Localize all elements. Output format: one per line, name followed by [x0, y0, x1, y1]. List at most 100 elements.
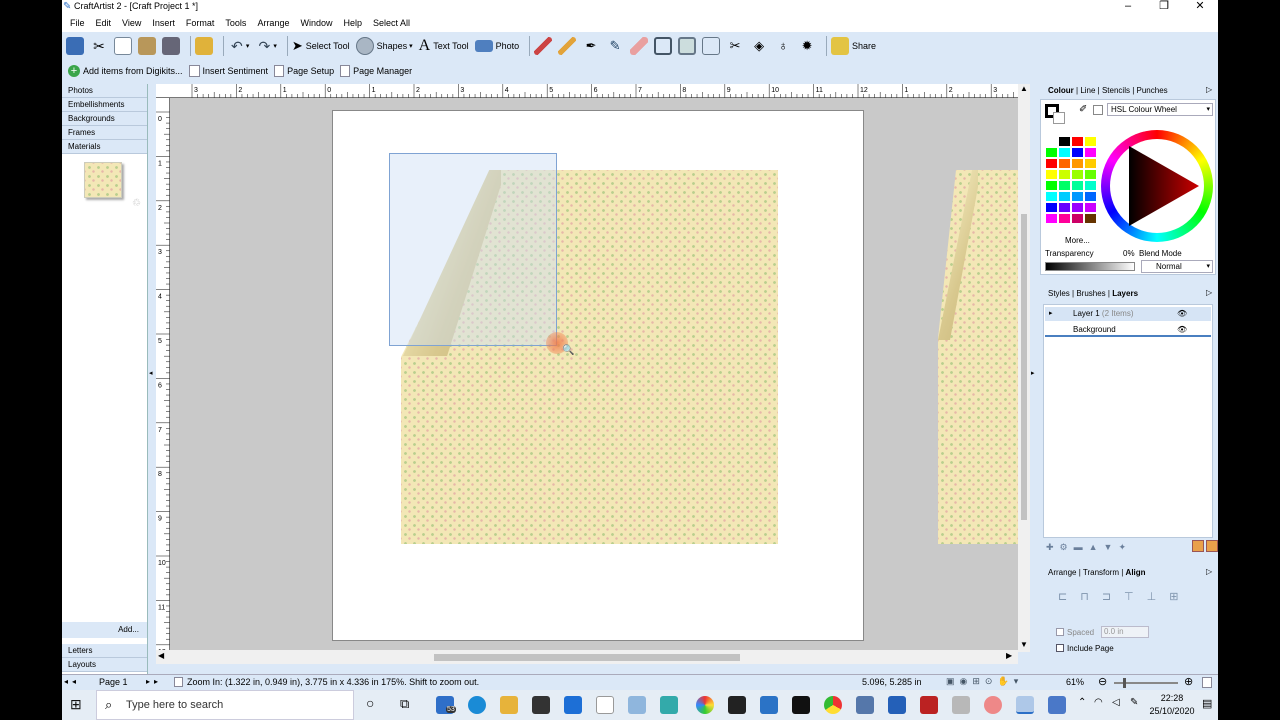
colour-swatch[interactable]	[1045, 202, 1058, 213]
colour-swatch[interactable]	[1084, 180, 1097, 191]
mail-icon[interactable]: 53	[436, 696, 456, 714]
menu-file[interactable]: File	[70, 18, 85, 28]
insert-sentiment-button[interactable]: Insert Sentiment	[188, 60, 268, 82]
calculator-icon[interactable]	[760, 696, 778, 714]
layer-properties-icon[interactable]: ⚙	[1060, 542, 1074, 552]
colour-swatch[interactable]	[1084, 202, 1097, 213]
colour-swatch[interactable]	[1084, 158, 1097, 169]
align-middle-icon[interactable]: ⊥	[1147, 591, 1170, 603]
menu-select-all[interactable]: Select All	[373, 18, 410, 28]
save-button[interactable]	[66, 35, 84, 57]
vertical-scroll-thumb[interactable]	[1021, 214, 1027, 520]
colour-swatch[interactable]	[1045, 191, 1058, 202]
add-layer-icon[interactable]: ✚	[1046, 542, 1060, 552]
page-setup-button[interactable]: Page Setup	[274, 60, 334, 82]
colour-swatch[interactable]	[1045, 169, 1058, 180]
transparency-slider[interactable]	[1045, 262, 1135, 271]
pen-tray-icon[interactable]: ✎	[1130, 697, 1138, 708]
horizontal-scrollbar[interactable]: ◀ ▶	[156, 650, 1018, 664]
cut-button[interactable]: ✂	[90, 35, 108, 57]
menu-tools[interactable]: Tools	[225, 18, 246, 28]
horizontal-scroll-thumb[interactable]	[434, 654, 740, 661]
task-view-icon[interactable]: ⧉	[400, 696, 409, 712]
delete-layer-icon[interactable]: ▬	[1074, 542, 1089, 552]
paper-material-copy[interactable]	[938, 170, 1018, 544]
colour-swatch[interactable]	[1058, 202, 1071, 213]
zoom-menu-icon[interactable]: ▾	[1014, 676, 1024, 686]
visibility-icon[interactable]: 👁	[1177, 323, 1187, 337]
page-indicator[interactable]: Page 1	[99, 677, 128, 687]
colour-swatch[interactable]	[1058, 147, 1071, 158]
panel-menu-icon[interactable]: ▷	[1206, 288, 1212, 297]
format-painter-button[interactable]	[194, 35, 213, 57]
tab-photos[interactable]: Photos	[62, 84, 147, 98]
tab-stencils[interactable]: Stencils	[1102, 86, 1130, 95]
align-top-icon[interactable]: ⊤	[1124, 591, 1147, 603]
horizontal-ruler[interactable]: 3 2 1 0 1 2 3 4 5 6 7 8 9 10 11 12 1 2 3	[156, 84, 1031, 98]
colour-swatch[interactable]	[1071, 180, 1084, 191]
notifications-icon[interactable]: ▤	[1202, 697, 1212, 710]
network-icon[interactable]: ◠	[1094, 697, 1103, 708]
colour-swatch[interactable]	[1058, 213, 1071, 224]
tab-materials[interactable]: Materials	[62, 140, 147, 154]
copy-button[interactable]	[114, 35, 132, 57]
edit-frame-button[interactable]	[702, 35, 721, 57]
share-button[interactable]: Share	[831, 35, 876, 57]
colour-swatch[interactable]	[1058, 191, 1071, 202]
colour-swatch[interactable]	[1084, 191, 1097, 202]
tab-transform[interactable]: Transform	[1083, 568, 1119, 577]
minimize-button[interactable]: –	[1110, 0, 1146, 14]
visibility-icon[interactable]: 👁	[1177, 307, 1187, 321]
align-left-icon[interactable]: ⊏	[1058, 591, 1080, 603]
more-colours-link[interactable]: More...	[1065, 236, 1090, 245]
tab-layers[interactable]: Layers	[1112, 289, 1138, 298]
hsl-colour-wheel[interactable]	[1101, 130, 1213, 242]
clock-date[interactable]: 25/10/2020	[1146, 706, 1198, 716]
pen-button[interactable]: ✒	[582, 35, 600, 57]
tab-punches[interactable]: Punches	[1137, 86, 1168, 95]
zoom-level[interactable]: 61%	[1066, 677, 1084, 687]
vertical-ruler[interactable]: 0123456789101112	[156, 98, 170, 684]
spaced-input[interactable]: 0.0 in	[1101, 626, 1149, 638]
taskbar-search[interactable]: ⌕ Type here to search	[96, 690, 354, 720]
include-page-checkbox[interactable]	[1056, 644, 1064, 652]
colour-swatch[interactable]	[1084, 136, 1097, 147]
zoom-slider-thumb[interactable]	[1123, 678, 1126, 688]
no-colour-swatch[interactable]	[1093, 105, 1103, 115]
text-tool-button[interactable]: A Text Tool	[419, 35, 469, 57]
select-tool-button[interactable]: ➤ Select Tool	[292, 35, 350, 57]
fit-window-icon[interactable]	[1202, 677, 1212, 688]
store-icon[interactable]	[532, 696, 550, 714]
colour-swatch[interactable]	[1071, 158, 1084, 169]
brush-button[interactable]	[534, 35, 553, 57]
camera-icon[interactable]	[856, 696, 874, 714]
panel-menu-icon[interactable]: ▷	[1206, 85, 1212, 94]
merge-icon[interactable]: ✦	[1118, 542, 1132, 552]
media-player-icon[interactable]	[792, 696, 810, 714]
colour-swatch[interactable]	[1071, 213, 1084, 224]
tab-brushes[interactable]: Brushes	[1076, 289, 1105, 298]
menu-insert[interactable]: Insert	[152, 18, 175, 28]
colour-swatch[interactable]	[1058, 136, 1071, 147]
pan-icon[interactable]: ✋	[997, 676, 1013, 686]
volume-icon[interactable]: ◁	[1112, 697, 1120, 708]
material-thumbnail[interactable]	[84, 162, 122, 198]
eraser-button[interactable]	[630, 35, 649, 57]
tab-embellishments[interactable]: Embellishments	[62, 98, 147, 112]
menu-edit[interactable]: Edit	[96, 18, 112, 28]
colour-swatch[interactable]	[1071, 169, 1084, 180]
fill-colour-swatch[interactable]	[1053, 112, 1065, 124]
amazon-icon[interactable]	[596, 696, 614, 714]
page-nav-first-prev[interactable]: ◂◂	[64, 677, 80, 686]
scissors-button[interactable]: ✂	[726, 35, 744, 57]
maximize-button[interactable]: ❐	[1146, 0, 1182, 14]
clock-time[interactable]: 22:28	[1152, 693, 1192, 703]
app-icon-y[interactable]	[920, 696, 938, 714]
pencil-button[interactable]: ✎	[606, 35, 624, 57]
tab-layouts[interactable]: Layouts	[62, 658, 147, 672]
colour-swatch[interactable]	[1058, 180, 1071, 191]
layer-row-background[interactable]: Background 👁	[1045, 323, 1211, 337]
fit-page-icon[interactable]: ▣	[946, 676, 960, 686]
app-icon-z[interactable]	[952, 696, 970, 714]
scroll-up-icon[interactable]: ▲	[1020, 84, 1028, 93]
